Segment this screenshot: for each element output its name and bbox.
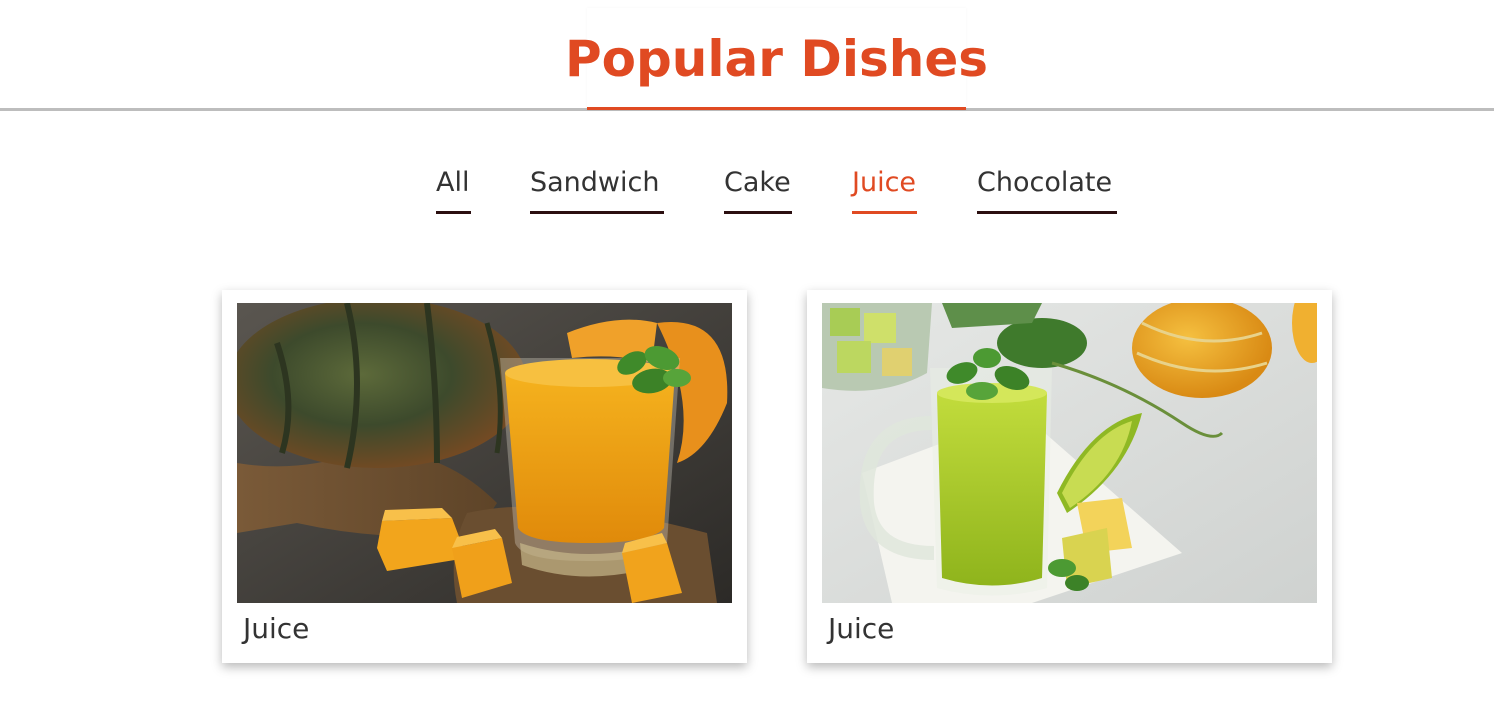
category-filter-bar: All Sandwich Cake Juice Chocolate [0,160,1494,220]
filter-juice[interactable]: Juice [852,160,917,214]
filter-all[interactable]: All [436,160,471,214]
page-title: Popular Dishes [565,29,988,88]
filter-sandwich[interactable]: Sandwich [530,160,664,214]
card-title: Juice [243,612,310,645]
dish-card[interactable]: Juice [807,290,1332,663]
filter-chocolate[interactable]: Chocolate [977,160,1117,214]
filter-cake[interactable]: Cake [724,160,792,214]
dish-card[interactable]: Juice [222,290,747,663]
section-header: Popular Dishes [0,0,1494,112]
melon-juice-photo [822,303,1317,603]
card-title: Juice [828,612,895,645]
title-box: Popular Dishes [565,8,988,110]
pumpkin-juice-photo [237,303,732,603]
